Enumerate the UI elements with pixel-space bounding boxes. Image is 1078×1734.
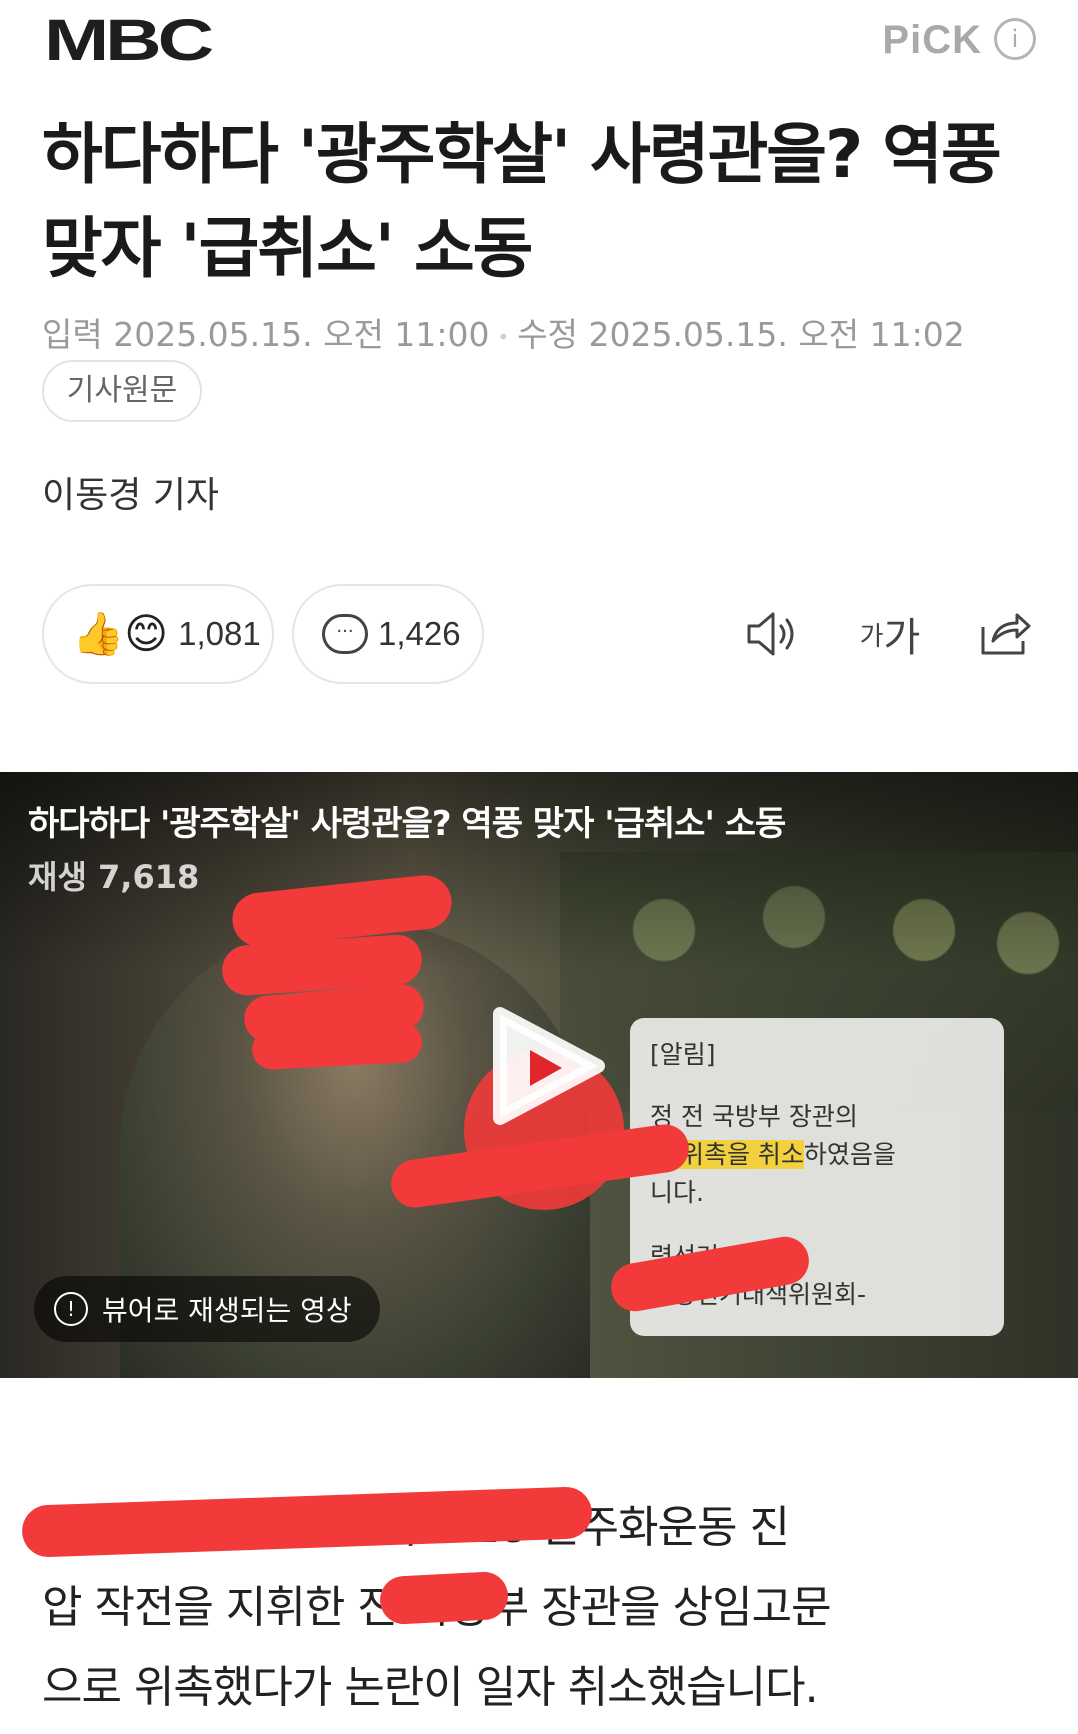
comment-bubble-icon: ···: [322, 614, 368, 654]
reaction-count: 1,081: [178, 615, 261, 652]
viewer-playback-badge: ! 뷰어로 재생되는 영상: [34, 1276, 380, 1342]
notice-line: 문 위촉을 취소하였음을: [650, 1136, 984, 1174]
video-view-count: 재생 7,618: [28, 858, 200, 896]
comment-count: 1,426: [378, 615, 461, 652]
video-title: 하다하다 '광주학살' 사령관을? 역풍 맞자 '급취소' 소동: [28, 804, 786, 844]
body-line: 압 작전을 지휘한 전 국방부 장관을 상임고문: [42, 1582, 832, 1633]
notice-line-rest: 하였음을: [803, 1140, 896, 1169]
play-icon[interactable]: [486, 1006, 606, 1126]
share-icon: [981, 613, 1031, 655]
exclamation-icon: !: [54, 1292, 88, 1326]
redaction-scribble: [378, 1570, 510, 1626]
comment-button[interactable]: ··· 1,426: [292, 584, 484, 684]
pick-label[interactable]: PiCK: [882, 18, 982, 63]
reaction-emoji-icon: 👍😊: [72, 609, 169, 658]
input-date: 입력 2025.05.15. 오전 11:00: [42, 315, 490, 354]
article-dates: 입력 2025.05.15. 오전 11:00 • 수정 2025.05.15. 오…: [42, 308, 965, 356]
edit-date: 수정 2025.05.15. 오전 11:02: [517, 315, 965, 354]
reaction-button[interactable]: 👍😊 1,081: [42, 584, 274, 684]
date-separator: •: [497, 324, 510, 349]
font-size-button[interactable]: 가가: [850, 602, 930, 666]
body-line: 으로 위촉했다가 논란이 일자 취소했습니다.: [42, 1662, 819, 1713]
original-article-button[interactable]: 기사원문: [42, 360, 202, 422]
info-icon[interactable]: i: [994, 18, 1036, 60]
text-to-speech-button[interactable]: [738, 602, 808, 666]
share-button[interactable]: [972, 602, 1036, 666]
font-size-small-label: 가: [859, 621, 884, 652]
video-player[interactable]: 하다하다 '광주학살' 사령관을? 역풍 맞자 '급취소' 소동 재생 7,61…: [0, 772, 1078, 1378]
notice-line: 니다.: [650, 1178, 704, 1207]
notice-title: [알림]: [650, 1040, 716, 1069]
notice-line: 정 전 국방부 장관의: [650, 1102, 858, 1131]
font-size-large-label: 가: [883, 615, 921, 661]
speaker-icon: [747, 612, 794, 656]
viewer-playback-label: 뷰어로 재생되는 영상: [102, 1294, 352, 1327]
reporter-name: 이동경 기자: [42, 475, 220, 516]
mbc-logo[interactable]: MBC: [44, 12, 214, 70]
article-title: 하다하다 '광주학살' 사령관을? 역풍 맞자 '급취소' 소동: [42, 116, 1002, 287]
app-header: MBC PiCK i: [0, 0, 1078, 90]
